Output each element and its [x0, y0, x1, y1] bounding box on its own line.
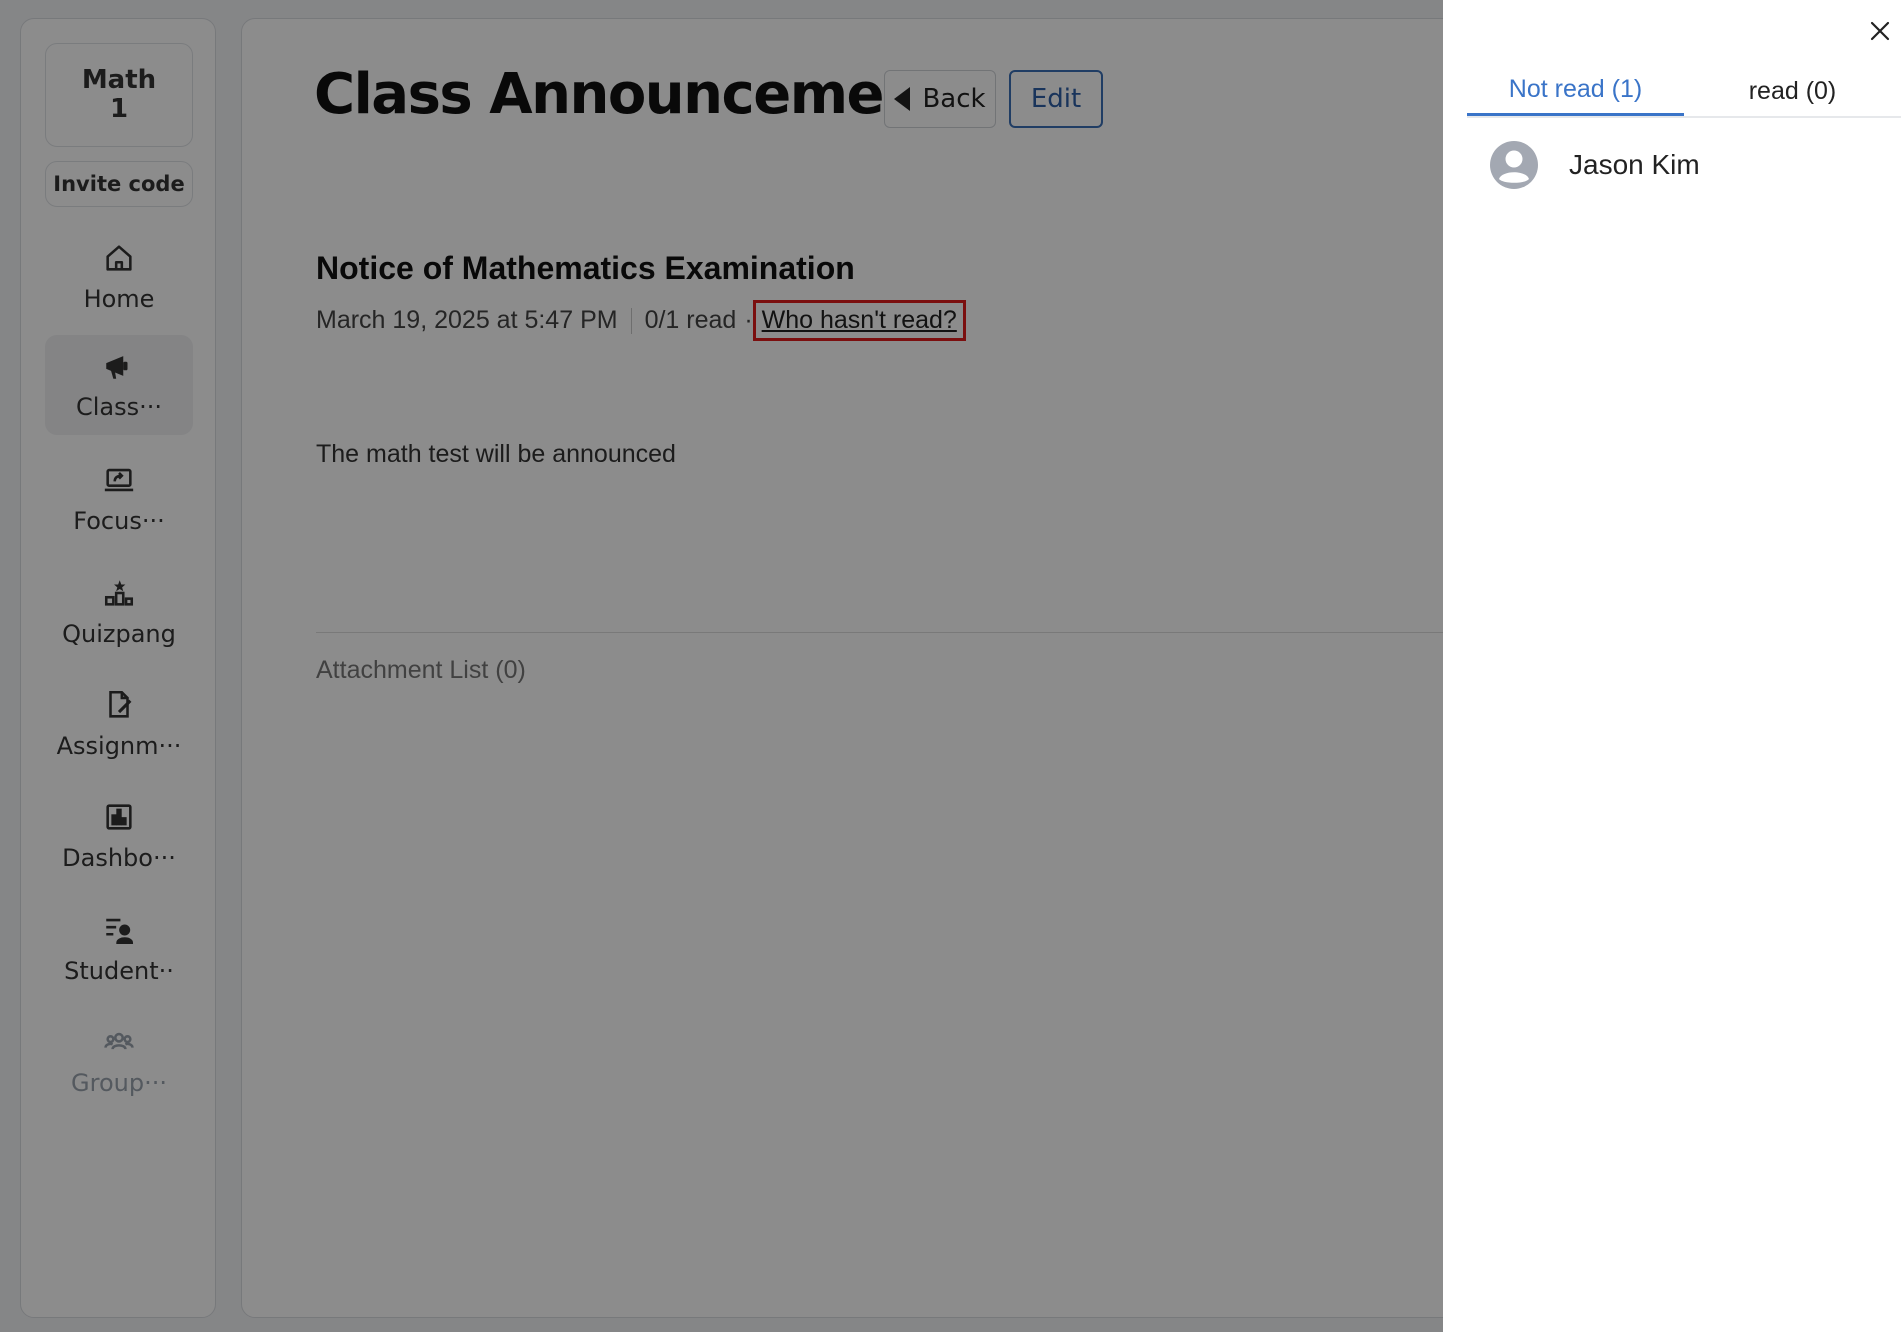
- tab-not-read[interactable]: Not read (1): [1467, 66, 1684, 116]
- reader-name: Jason Kim: [1569, 149, 1700, 180]
- close-icon: [1870, 21, 1890, 41]
- reader-list-item: Jason Kim: [1489, 140, 1700, 190]
- read-status-drawer: Not read (1) read (0) Jason Kim: [1443, 0, 1904, 1332]
- read-status-tabs: Not read (1) read (0): [1467, 66, 1901, 118]
- close-button[interactable]: [1863, 14, 1897, 48]
- user-avatar-icon: [1490, 141, 1538, 189]
- tab-read[interactable]: read (0): [1684, 66, 1901, 116]
